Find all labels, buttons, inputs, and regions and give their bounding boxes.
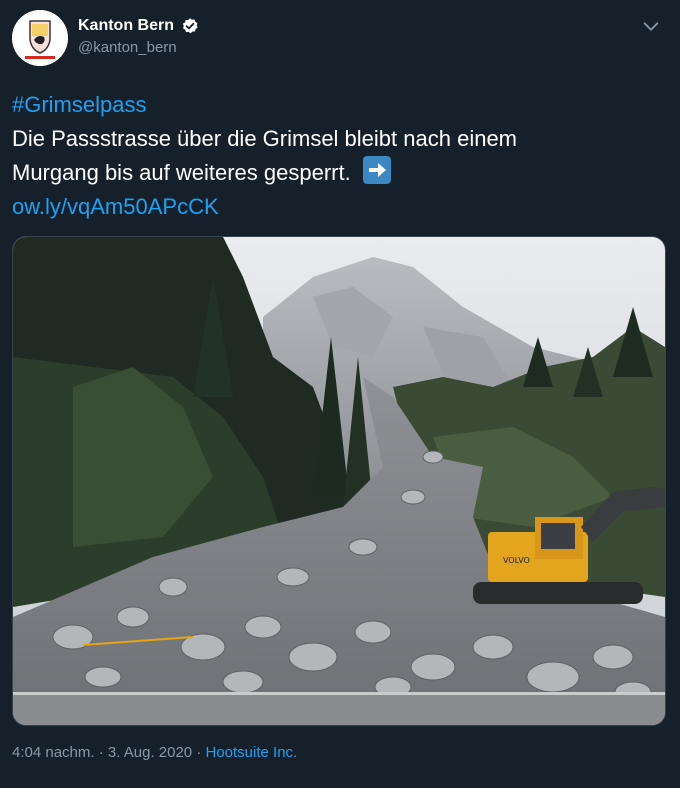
chevron-down-icon[interactable] (640, 16, 662, 38)
author-names: Kanton Bern @kanton_bern (78, 16, 199, 58)
tweet-text-line-1: Die Passstrasse über die Grimsel bleibt … (12, 126, 518, 151)
tweet-date[interactable]: 3. Aug. 2020 (108, 744, 192, 761)
tweet-meta: 4:04 nachm. · 3. Aug. 2020 · Hootsuite I… (12, 744, 297, 761)
tweet-text-line-2: Murgang bis auf weiteres gesperrt. (12, 160, 351, 185)
tweet: Kanton Bern @kanton_bern #Grimselpass Di… (0, 0, 680, 788)
right-arrow-emoji-icon (362, 156, 391, 184)
excavator-brand: VOLVO (503, 556, 530, 565)
bern-coat-of-arms-icon (12, 10, 68, 66)
tweet-time[interactable]: 4:04 nachm. (12, 744, 95, 761)
landslide-photo: VOLVO (13, 237, 665, 725)
meta-separator-2: · (192, 744, 206, 761)
tweet-text: #Grimselpass Die Passstrasse über die Gr… (12, 88, 662, 224)
display-name[interactable]: Kanton Bern (78, 16, 174, 36)
avatar[interactable] (12, 10, 68, 66)
handle[interactable]: @kanton_bern (78, 38, 199, 58)
tweet-photo[interactable]: VOLVO (12, 236, 666, 726)
tweet-source-link[interactable]: Hootsuite Inc. (206, 744, 298, 761)
tweet-header: Kanton Bern @kanton_bern (12, 10, 668, 70)
short-link[interactable]: ow.ly/vqAm50APcCK (12, 194, 219, 219)
hashtag-link[interactable]: #Grimselpass (12, 92, 146, 117)
verified-badge-icon (183, 18, 199, 34)
meta-separator: · (94, 744, 108, 761)
